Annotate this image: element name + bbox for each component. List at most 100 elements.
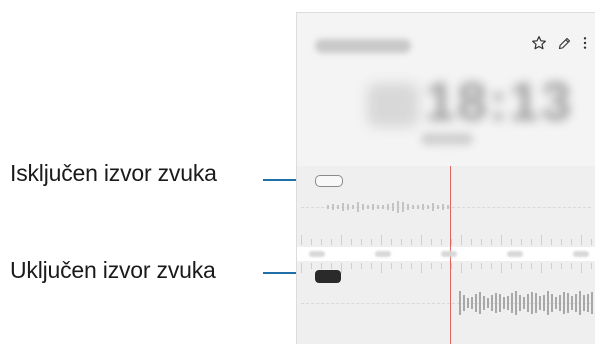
waveform-bar [442, 204, 444, 210]
star-icon[interactable] [531, 35, 547, 51]
ruler-tick-bottom [301, 263, 302, 273]
waveform-bar [543, 295, 545, 311]
waveform-bar [417, 205, 419, 209]
waveform-bar [463, 295, 465, 311]
ruler-tick [311, 239, 312, 245]
ruler-tick [471, 239, 472, 245]
callout-source-off-label: Isključen izvor zvuka [10, 160, 217, 186]
waveform-bar [483, 296, 485, 310]
source-off-toggle[interactable] [315, 175, 343, 187]
waveform-bar [503, 297, 505, 309]
waveform-bar [479, 292, 481, 314]
waveform-bar [392, 203, 394, 211]
waveform-bar [531, 292, 533, 314]
ruler-tick-bottom [411, 263, 412, 269]
waveform-bar [567, 293, 569, 313]
ruler-tick [501, 235, 502, 245]
ruler-tick [591, 239, 592, 245]
waveform-bar [551, 294, 553, 312]
ruler-tick-bottom [511, 263, 512, 269]
track-1-line [301, 207, 591, 208]
waveform-bar [377, 205, 379, 209]
waveform-bar [499, 294, 501, 312]
waveform-bar [362, 204, 364, 210]
ruler-tick [411, 239, 412, 245]
ruler-tick [561, 239, 562, 245]
ruler-tick [301, 235, 302, 245]
waveform-bar [459, 291, 461, 315]
waveform-bar [487, 298, 489, 308]
waveform-bar [382, 205, 384, 209]
ruler-tick [391, 239, 392, 245]
ruler-tick-bottom [401, 263, 402, 269]
ruler-tick [361, 239, 362, 245]
ruler-time-label [309, 251, 325, 257]
ruler-tick-bottom [341, 263, 342, 273]
ruler-tick-bottom [471, 263, 472, 269]
callout-source-on-label: Uključen izvor zvuka [10, 257, 216, 283]
ruler-tick-bottom [391, 263, 392, 269]
ruler-time-label [573, 251, 589, 257]
ruler-tick-bottom [461, 263, 462, 273]
waveform-bar [491, 295, 493, 311]
ruler-tick-bottom [371, 263, 372, 269]
waveform-bar [387, 204, 389, 210]
waveform-bar [475, 294, 477, 312]
waveform-bar [511, 293, 513, 313]
ruler-tick [511, 239, 512, 245]
ruler-time-label [441, 251, 457, 257]
ruler-tick [441, 239, 442, 245]
ruler-tick-bottom [311, 263, 312, 269]
ruler-tick-bottom [531, 263, 532, 269]
waveform-bar [367, 205, 369, 209]
ruler-tick [541, 235, 542, 245]
waveform-bar [571, 296, 573, 310]
more-vertical-icon[interactable] [582, 35, 588, 51]
ruler-time-label [507, 251, 523, 257]
ruler-time-label [375, 251, 391, 257]
ruler-tick [331, 239, 332, 245]
waveform-bar [515, 291, 517, 315]
waveform-bar [407, 204, 409, 210]
pencil-icon[interactable] [557, 36, 572, 51]
ruler-tick [371, 239, 372, 245]
ruler-tick-bottom [571, 263, 572, 269]
waveform-bar [397, 201, 399, 213]
waveform-bar [432, 203, 434, 211]
waveform-bar [583, 295, 585, 311]
waveform-bar [527, 294, 529, 312]
toolbar-icons [531, 35, 588, 51]
ruler-tick-bottom [561, 263, 562, 269]
ruler-tick [381, 235, 382, 245]
ruler-tick [571, 239, 572, 245]
ruler-tick [341, 235, 342, 245]
waveform-bar [437, 205, 439, 209]
waveform-bar [332, 204, 334, 210]
ruler-tick [401, 239, 402, 245]
ruler-tick-bottom [421, 263, 422, 273]
waveform-bar [447, 205, 449, 209]
waveform-bar [547, 291, 549, 315]
ruler-tick-bottom [581, 263, 582, 273]
waveform-bar [357, 202, 359, 212]
waveform-bar [352, 205, 354, 209]
waveform-bar [575, 294, 577, 312]
waveform-bar [337, 205, 339, 209]
waveform-bar [471, 297, 473, 309]
voice-recorder-screen: 18:13 [296, 12, 595, 344]
waveform-bar [507, 296, 509, 310]
time-subtext [421, 133, 473, 145]
ruler-tick-bottom [501, 263, 502, 273]
waveform-bar [467, 298, 469, 308]
ruler-tick-bottom [451, 263, 452, 269]
source-on-toggle[interactable] [315, 270, 341, 283]
ruler-tick [321, 239, 322, 245]
waveform-bar [535, 293, 537, 313]
waveform-bar [427, 205, 429, 209]
ruler-tick [421, 235, 422, 245]
waveform-bar [422, 204, 424, 210]
waveform-bar [495, 293, 497, 313]
waveform-bar [327, 205, 329, 209]
ruler-tick [481, 239, 482, 245]
ruler-tick [531, 239, 532, 245]
